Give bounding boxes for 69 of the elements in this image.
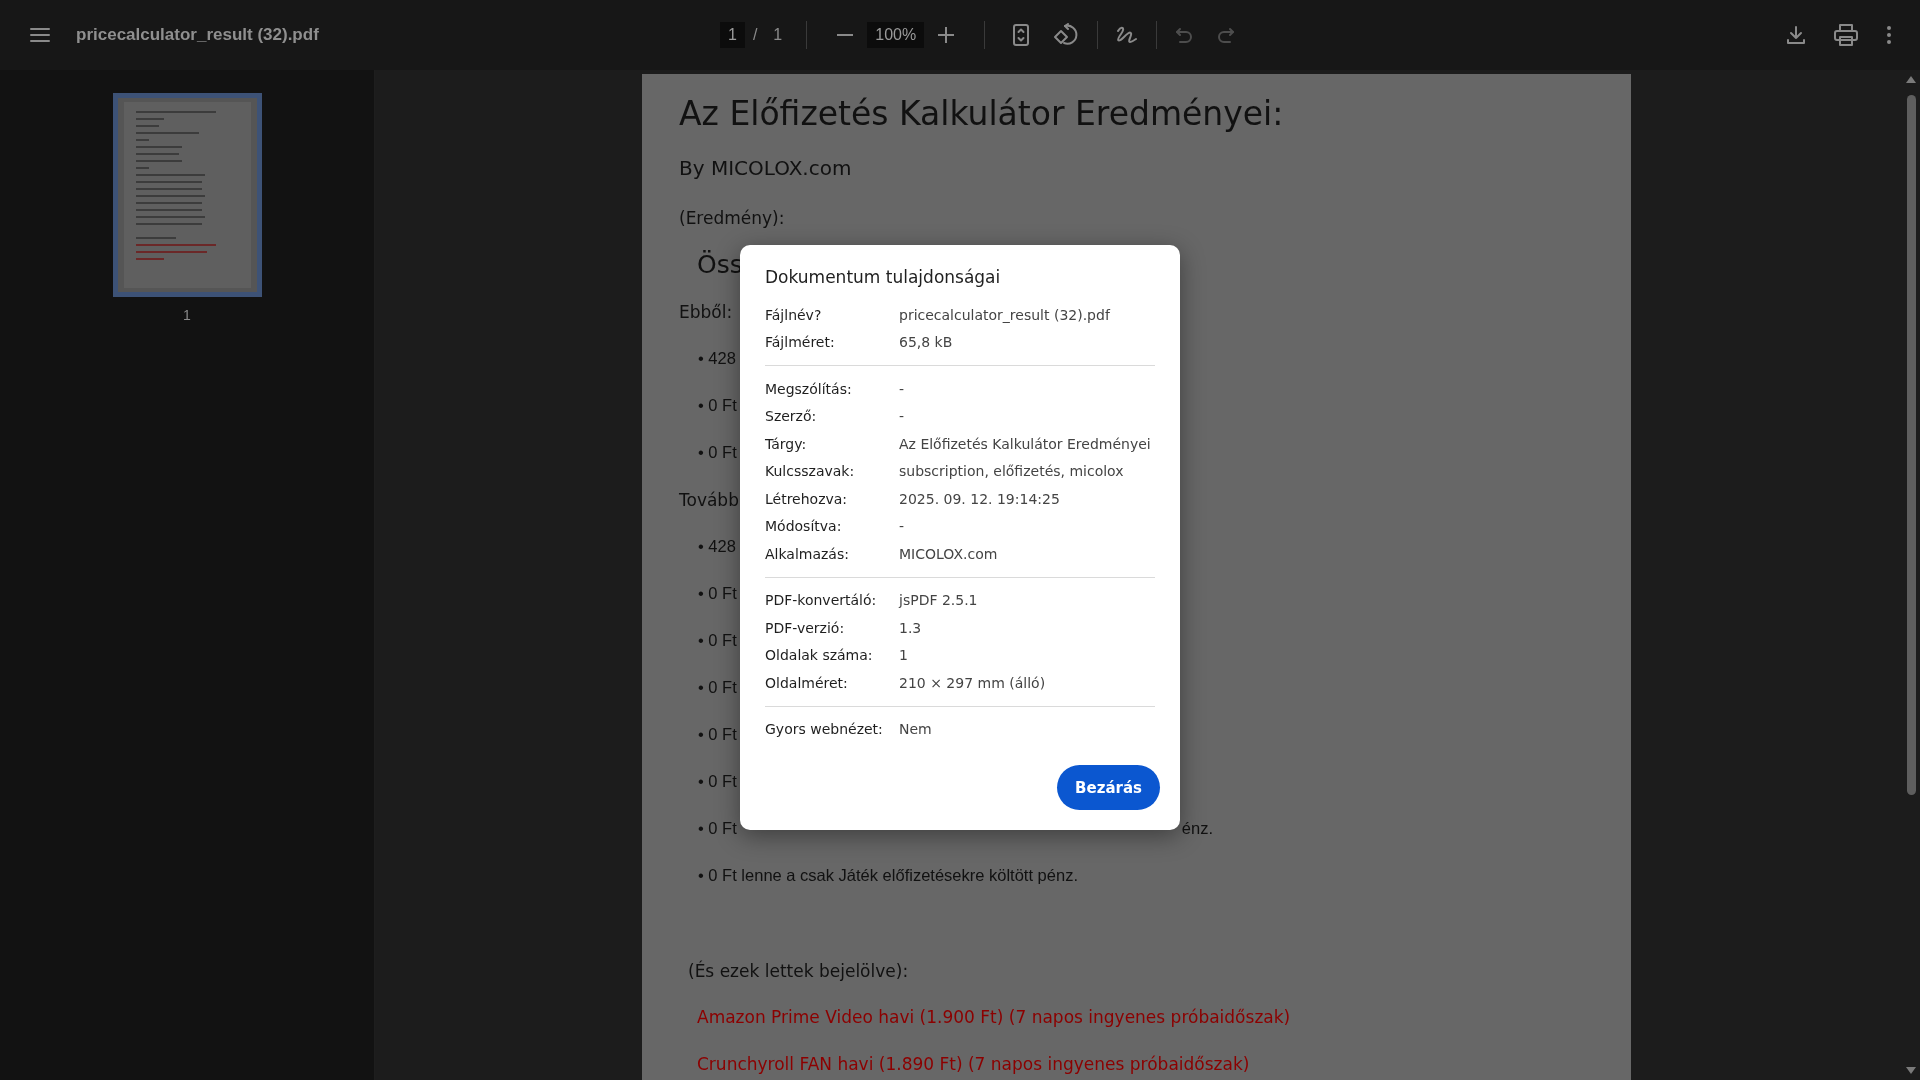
property-value: 2025. 09. 12. 19:14:25 — [899, 490, 1060, 507]
property-label: Megszólítás: — [765, 380, 853, 397]
property-label: Gyors webnézet: — [765, 721, 884, 738]
bullet-item: • 428 — [698, 537, 736, 556]
page-total: 1 — [773, 26, 783, 44]
rotate-icon[interactable] — [1053, 23, 1080, 47]
property-value: - — [899, 518, 905, 535]
property-label: Oldalak száma: — [765, 647, 874, 664]
property-label: Fájlméret: — [765, 334, 836, 351]
property-value: - — [899, 380, 905, 397]
bullet-item: • 0 Ft — [698, 631, 737, 650]
zoom-in-icon[interactable] — [938, 27, 955, 43]
section-label: Ebből: — [679, 301, 733, 322]
property-value: 1 — [899, 647, 908, 664]
property-label: Kulcsszavak: — [765, 463, 856, 480]
menu-icon[interactable] — [30, 28, 50, 42]
bullet-item: • 0 Ft — [698, 725, 737, 744]
byline-text: By MICOLOX.com — [679, 156, 852, 180]
property-value: 1.3 — [899, 619, 922, 636]
document-title: Az Előfizetés Kalkulátor Eredményei: — [679, 93, 1284, 133]
scroll-up-icon[interactable] — [1906, 76, 1916, 83]
bullet-item: • 428 — [698, 349, 736, 368]
file-name: pricecalculator_result (32).pdf — [76, 25, 320, 45]
property-value: jsPDF 2.5.1 — [899, 592, 978, 609]
bullet-item: • 0 Ft lenne a csak Játék előfizetésekre költött pénz. — [698, 866, 1078, 885]
property-value: pricecalculator_result (32).pdf — [899, 306, 1110, 323]
scroll-down-icon[interactable] — [1906, 1067, 1916, 1074]
property-label: Tárgy: — [765, 435, 808, 452]
page-number-label: 1 — [183, 307, 191, 323]
bullet-item: • 0 Ft — [698, 819, 737, 838]
fit-page-icon[interactable] — [1013, 24, 1030, 46]
property-label: Fájlnév? — [765, 306, 823, 323]
property-value: subscription, előfizetés, micolox — [899, 463, 1124, 480]
note-text: (És ezek lettek bejelölve): — [688, 961, 909, 981]
property-value: Nem — [899, 721, 932, 738]
property-value: MICOLOX.com — [899, 545, 998, 562]
property-label: Létrehozva: — [765, 490, 849, 507]
page-thumbnail[interactable] — [112, 93, 262, 297]
bullet-item: énz. — [1181, 819, 1213, 838]
print-icon[interactable] — [1834, 24, 1858, 46]
bullet-item: • 0 Ft — [698, 584, 737, 603]
property-value: 65,8 kB — [899, 334, 953, 351]
property-label: PDF-konvertáló: — [765, 592, 878, 609]
close-button[interactable]: Bezárás — [1057, 765, 1160, 810]
property-label: Oldalméret: — [765, 674, 849, 691]
page-number-field[interactable]: 1 — [720, 22, 745, 48]
property-label: Szerző: — [765, 408, 818, 425]
annotate-pen-icon[interactable] — [1116, 25, 1139, 45]
scrollbar-thumb[interactable] — [1906, 95, 1916, 795]
page-separator: / — [752, 26, 758, 44]
more-options-icon[interactable] — [1886, 25, 1892, 45]
heading-text: Öss — [697, 250, 743, 279]
bullet-item: • 0 Ft — [698, 443, 737, 462]
bullet-item: • 0 Ft — [698, 396, 737, 415]
property-value: Az Előfizetés Kalkulátor Eredményei — [899, 435, 1151, 452]
property-value: 210 × 297 mm (álló) — [899, 674, 1046, 691]
bullet-item: • 0 Ft — [698, 678, 737, 697]
property-label: Módosítva: — [765, 518, 843, 535]
zoom-field[interactable]: 100% — [867, 22, 925, 48]
section-label: Tovább — [679, 489, 739, 510]
selected-service-text: Amazon Prime Video havi (1.900 Ft) (7 napos ingyenes próbaidőszak) — [697, 1006, 1291, 1027]
property-label: Alkalmazás: — [765, 545, 850, 562]
dialog-title: Dokumentum tulajdonságai — [765, 267, 1002, 287]
download-icon[interactable] — [1786, 25, 1806, 45]
property-label: PDF-verzió: — [765, 619, 846, 636]
property-value: - — [899, 408, 905, 425]
selected-service-text: Crunchyroll FAN havi (1.890 Ft) (7 napos ingyenes próbaidőszak) — [697, 1053, 1250, 1074]
section-label: (Eredmény): — [679, 207, 785, 228]
bullet-item: • 0 Ft — [698, 772, 737, 791]
